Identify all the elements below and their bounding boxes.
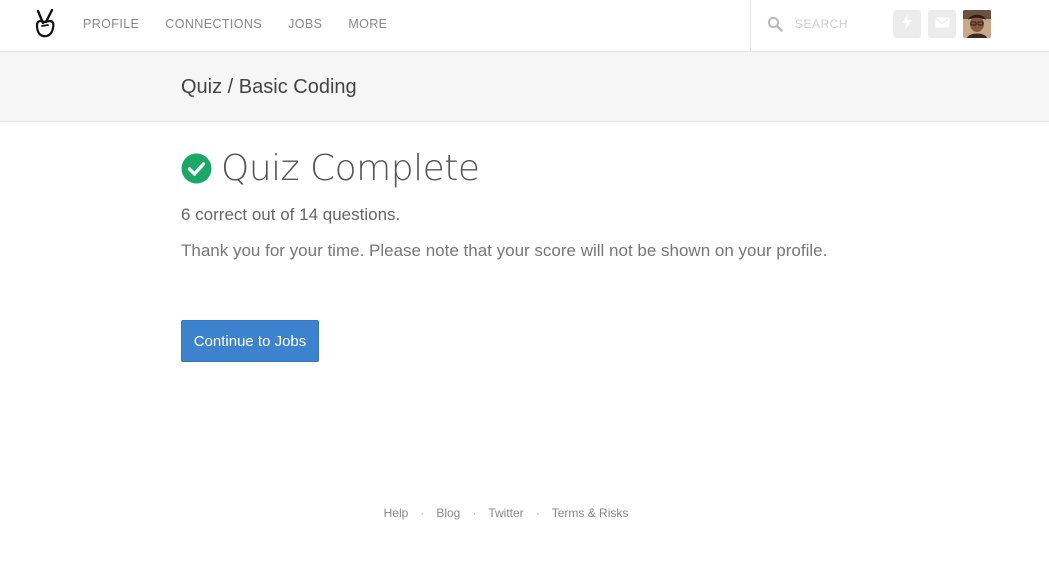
footer-link-help[interactable]: Help (384, 506, 409, 520)
footer-separator: · (472, 506, 477, 520)
footer-link-terms[interactable]: Terms & Risks (552, 506, 629, 520)
page-title: Quiz / Basic Coding (181, 76, 357, 98)
messages-button[interactable] (928, 10, 956, 38)
nav-item-connections[interactable]: CONNECTIONS (165, 0, 262, 48)
nav-item-more[interactable]: MORE (348, 0, 387, 48)
main-nav: PROFILE CONNECTIONS JOBS MORE (83, 0, 413, 48)
result-heading: Quiz Complete (181, 146, 480, 190)
search-box (750, 0, 890, 51)
footer-separator: · (535, 506, 540, 520)
nav-item-profile[interactable]: PROFILE (83, 0, 139, 48)
activity-button[interactable] (893, 10, 921, 38)
footer-link-blog[interactable]: Blog (436, 506, 460, 520)
footer: Help · Blog · Twitter · Terms & Risks (0, 506, 1012, 520)
lightning-icon (901, 13, 913, 35)
search-icon[interactable] (767, 16, 783, 32)
search-input[interactable] (795, 14, 885, 34)
nav-item-jobs[interactable]: JOBS (288, 0, 322, 48)
check-circle-icon (181, 153, 212, 184)
user-avatar[interactable] (963, 10, 991, 38)
top-navigation-bar: PROFILE CONNECTIONS JOBS MORE (0, 0, 1049, 52)
envelope-icon (935, 15, 950, 33)
peace-hand-logo-icon[interactable] (33, 8, 57, 39)
footer-separator: · (420, 506, 425, 520)
score-note: Thank you for your time. Please note tha… (181, 241, 828, 260)
continue-to-jobs-button[interactable]: Continue to Jobs (181, 320, 319, 362)
result-heading-text: Quiz Complete (221, 147, 480, 189)
score-text: 6 correct out of 14 questions. (181, 205, 401, 224)
footer-link-twitter[interactable]: Twitter (488, 506, 523, 520)
page-header-band: Quiz / Basic Coding (0, 52, 1049, 122)
